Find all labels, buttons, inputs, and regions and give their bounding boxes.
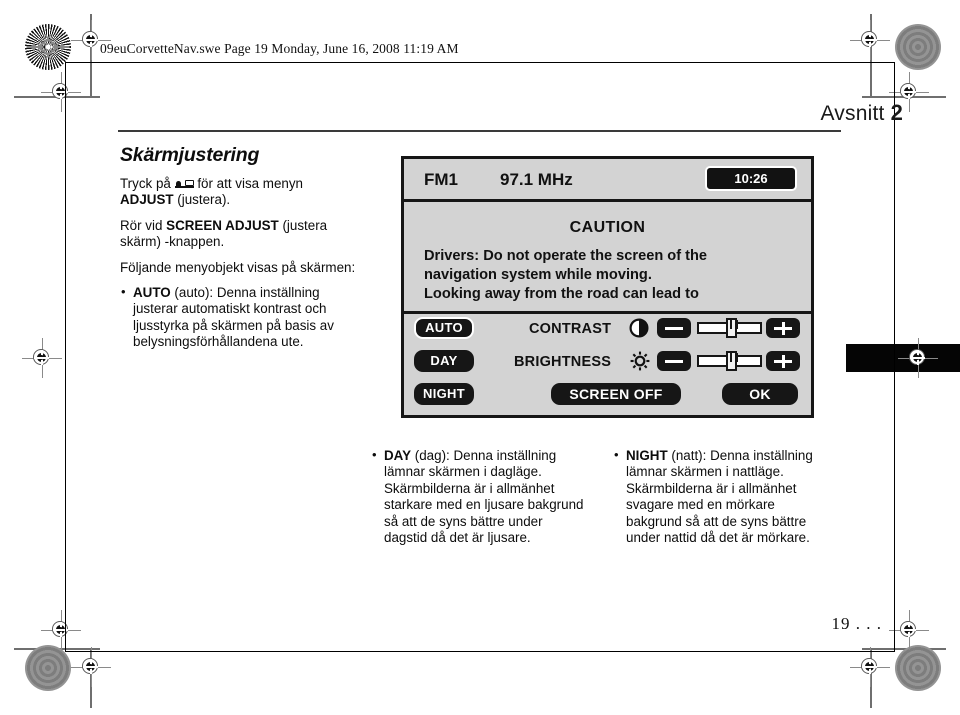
instruction-2-bold: SCREEN ADJUST [166,217,279,233]
day-term: DAY [384,448,412,463]
clock-display: 10:26 [705,166,797,191]
list-item: NIGHT (natt): Denna inställning lämnar s… [613,447,831,546]
left-text-column: Skärmjustering Tryck på för att visa men… [120,144,356,351]
caution-line-1: Drivers: Do not operate the screen of th… [424,248,708,264]
caution-title: CAUTION [569,219,646,236]
page-title: Skärmjustering [120,144,260,166]
registration-mark-top-right [850,20,890,60]
night-term: NIGHT [626,448,668,463]
night-mode-button[interactable]: NIGHT [414,383,474,405]
bullet-auto-term: AUTO [133,285,171,301]
brightness-decrease-button[interactable] [657,351,691,371]
contrast-icon [629,318,649,338]
auto-mode-button[interactable]: AUTO [414,317,474,339]
caution-line-3: Looking away from the road can lead to [424,286,699,302]
file-path-banner: 09euCorvetteNav.swe Page 19 Monday, June… [100,41,459,56]
screen-adjust-control-panel: AUTO DAY NIGHT SCREEN OFF OK CONTRAST BR… [404,311,811,415]
section-header: Avsnitt 2 [820,100,903,126]
night-description-list: NIGHT (natt): Denna inställning lämnar s… [613,447,831,546]
radio-frequency-label: 97.1 MHz [500,170,573,189]
day-description-list: DAY (dag): Denna inställning lämnar skär… [371,447,589,546]
registration-mark-bottom-left [71,647,111,687]
day-description: (dag): Denna inställning lämnar skärmen … [384,448,584,546]
page-number: 19 . . . [831,614,882,633]
instruction-1-middle: för att visa menyn [197,176,303,191]
section-label: Avsnitt [820,102,885,125]
contrast-label: CONTRAST [529,321,612,337]
brightness-increase-button[interactable] [766,351,800,371]
radio-band-label: FM1 [424,170,458,189]
caution-line-2: navigation system while moving. [424,267,652,283]
night-description-column: NIGHT (natt): Denna inställning lämnar s… [613,447,831,546]
list-item: DAY (dag): Denna inställning lämnar skär… [371,447,589,546]
instruction-paragraph-3: Följande menyobjekt visas på skärmen: [120,259,356,275]
print-density-target-top-right [895,24,941,70]
section-number: 2 [890,100,903,125]
registration-mark-middle-right [898,338,938,378]
caution-body: Drivers: Do not operate the screen of th… [424,247,811,304]
menu-options-list: AUTO (auto): Denna inställning justerar … [120,284,356,351]
registration-mark-bottom-right [850,647,890,687]
contrast-increase-button[interactable] [766,318,800,338]
instruction-paragraph-2: Rör vid SCREEN ADJUST (justera skärm) -k… [120,218,356,251]
day-mode-button[interactable]: DAY [414,350,474,372]
instruction-1-tail: (justera). [173,192,231,208]
screen-off-button[interactable]: SCREEN OFF [551,383,681,405]
brightness-label: BRIGHTNESS [514,354,612,370]
contrast-decrease-button[interactable] [657,318,691,338]
caution-message-block: CAUTION Drivers: Do not operate the scre… [404,205,811,305]
bottom-description-columns: DAY (dag): Denna inställning lämnar skär… [371,447,831,546]
registration-mark-lower-right [889,610,929,650]
instruction-1-prefix: Tryck på [120,176,171,191]
day-description-column: DAY (dag): Denna inställning lämnar skär… [371,447,589,546]
print-density-target-bottom-right [895,645,941,691]
navigation-screen-illustration: FM1 97.1 MHz 10:26 CAUTION Drivers: Do n… [401,156,814,418]
brightness-slider-thumb[interactable] [726,351,738,371]
adjust-knob-icon [174,178,194,189]
instruction-2-prefix: Rör vid [120,217,167,233]
list-item: AUTO (auto): Denna inställning justerar … [120,284,356,351]
nav-screen-status-bar: FM1 97.1 MHz 10:26 [404,159,811,202]
ok-button[interactable]: OK [722,383,798,405]
header-divider-rule [118,130,841,132]
instruction-1-bold: ADJUST [120,192,174,208]
contrast-slider-thumb[interactable] [726,318,738,338]
registration-mark-middle-left [22,338,62,378]
brightness-icon [630,351,650,371]
instruction-paragraph-1: Tryck på för att visa menyn ADJUST (just… [120,176,356,209]
